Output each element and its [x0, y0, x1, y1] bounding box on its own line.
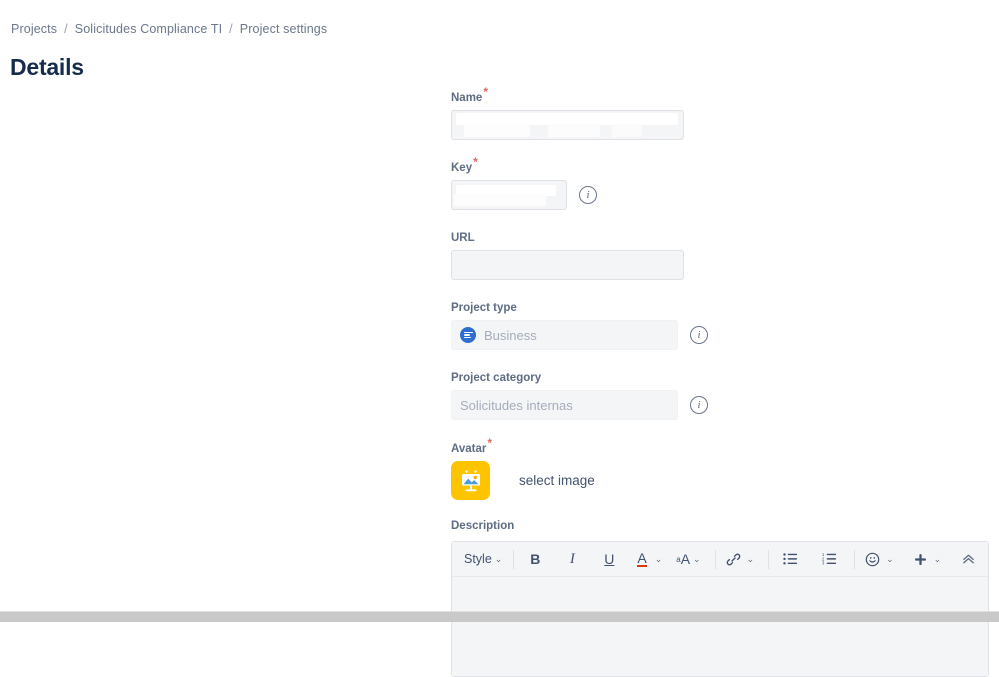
field-project-category-label: Project category	[451, 370, 991, 386]
toolbar-divider	[854, 549, 856, 569]
chevron-down-icon: ⌄	[693, 553, 701, 564]
field-description: Description Style ⌄ B I U A ⌄ a A ⌄ ⌄ 1 …	[451, 518, 991, 677]
redaction-overlay	[548, 124, 600, 137]
breadcrumb-separator: /	[64, 22, 68, 36]
editor-toolbar: Style ⌄ B I U A ⌄ aA ⌄ ⌄ 1 2 3 ⌄ ⌄	[452, 542, 988, 577]
chevron-down-icon: ⌄	[494, 553, 503, 564]
project-type-input: Business	[451, 320, 678, 350]
plus-icon	[914, 553, 926, 565]
field-url: URL	[451, 230, 991, 280]
field-project-type: Project type Business i	[451, 300, 991, 350]
field-name-label-text: Name	[451, 92, 483, 104]
text-style-icon-big: A	[680, 551, 691, 567]
redaction-overlay	[456, 185, 556, 196]
project-details-form: Name* Key* i URL Project type Business i…	[451, 86, 991, 677]
chevron-down-icon: ⌄	[654, 553, 663, 564]
toolbar-insert-button[interactable]: ⌄	[910, 547, 945, 571]
key-info-icon[interactable]: i	[579, 186, 597, 204]
key-input[interactable]	[451, 180, 567, 210]
collapse-toolbar-icon	[962, 554, 974, 564]
redaction-overlay	[464, 125, 530, 137]
bold-icon: B	[530, 551, 541, 567]
required-asterisk: *	[483, 85, 488, 100]
toolbar-emoji-button[interactable]: ⌄	[862, 547, 897, 571]
description-editor: Style ⌄ B I U A ⌄ aA ⌄ ⌄ 1 2 3 ⌄ ⌄	[451, 541, 989, 677]
required-asterisk: *	[473, 155, 478, 170]
link-icon	[726, 553, 740, 565]
toolbar-divider	[513, 549, 515, 569]
horizontal-scrollbar[interactable]	[0, 612, 999, 622]
underline-icon: U	[604, 551, 615, 567]
toolbar-style-dropdown[interactable]: Style ⌄	[460, 547, 506, 571]
toolbar-text-style-button[interactable]: aA ⌄	[673, 547, 703, 571]
breadcrumb-item-project-settings[interactable]: Project settings	[240, 22, 327, 36]
chevron-down-icon: ⌄	[886, 553, 894, 564]
field-url-label-text: URL	[451, 232, 475, 244]
field-key: Key* i	[451, 156, 991, 210]
breadcrumb: Projects / Solicitudes Compliance TI / P…	[11, 22, 327, 36]
toolbar-link-button[interactable]: ⌄	[723, 547, 758, 571]
breadcrumb-separator: /	[229, 22, 233, 36]
url-input[interactable]	[451, 250, 684, 280]
toolbar-style-label: Style	[464, 552, 492, 566]
toolbar-text-color-button[interactable]: A ⌄	[634, 547, 665, 571]
toolbar-collapse-button[interactable]	[954, 547, 982, 571]
toolbar-italic-button[interactable]: I	[558, 547, 586, 571]
project-type-info-icon[interactable]: i	[690, 326, 708, 344]
toolbar-numbered-list-button[interactable]: 1 2 3	[815, 547, 843, 571]
redaction-overlay	[456, 113, 678, 125]
field-project-category: Project category Solicitudes internas i	[451, 370, 991, 420]
project-category-info-icon[interactable]: i	[690, 396, 708, 414]
italic-icon: I	[569, 550, 575, 567]
field-name-label: Name*	[451, 86, 991, 106]
toolbar-underline-button[interactable]: U	[595, 547, 623, 571]
business-project-icon	[460, 327, 476, 343]
toolbar-divider	[714, 549, 716, 569]
project-category-value: Solicitudes internas	[460, 397, 573, 413]
project-category-input: Solicitudes internas	[451, 390, 678, 420]
required-asterisk: *	[487, 436, 493, 451]
numbered-list-icon: 1 2 3	[822, 552, 836, 566]
redaction-overlay	[612, 124, 642, 137]
field-description-label: Description	[451, 518, 991, 534]
chevron-down-icon: ⌄	[933, 553, 942, 564]
field-key-label: Key*	[451, 156, 991, 176]
toolbar-divider	[768, 549, 770, 569]
page-title: Details	[10, 54, 84, 81]
field-avatar-label-text: Avatar	[451, 443, 487, 455]
bullet-list-icon	[782, 553, 797, 565]
emoji-icon	[865, 552, 880, 566]
field-avatar: Avatar* select image	[451, 437, 991, 500]
svg-text:3: 3	[822, 561, 825, 566]
project-type-value: Business	[484, 327, 537, 343]
image-placeholder-icon	[461, 469, 480, 491]
field-key-label-text: Key	[451, 162, 473, 174]
name-input[interactable]	[451, 110, 684, 140]
toolbar-bullet-list-button[interactable]	[776, 547, 804, 571]
field-avatar-label: Avatar*	[451, 437, 991, 457]
redaction-overlay	[454, 194, 546, 206]
avatar-tile[interactable]	[451, 461, 490, 500]
field-project-type-label-text: Project type	[451, 302, 517, 314]
description-editor-body[interactable]	[452, 577, 988, 676]
field-project-category-label-text: Project category	[451, 372, 542, 384]
field-url-label: URL	[451, 230, 991, 246]
field-description-label-text: Description	[451, 520, 515, 532]
breadcrumb-item-project[interactable]: Solicitudes Compliance TI	[75, 22, 222, 36]
breadcrumb-item-projects[interactable]: Projects	[11, 22, 57, 36]
toolbar-bold-button[interactable]: B	[521, 547, 549, 571]
chevron-down-icon: ⌄	[746, 553, 755, 564]
select-image-link[interactable]: select image	[519, 473, 595, 488]
field-project-type-label: Project type	[451, 300, 991, 316]
text-color-icon: A	[637, 549, 647, 567]
field-name: Name*	[451, 86, 991, 140]
